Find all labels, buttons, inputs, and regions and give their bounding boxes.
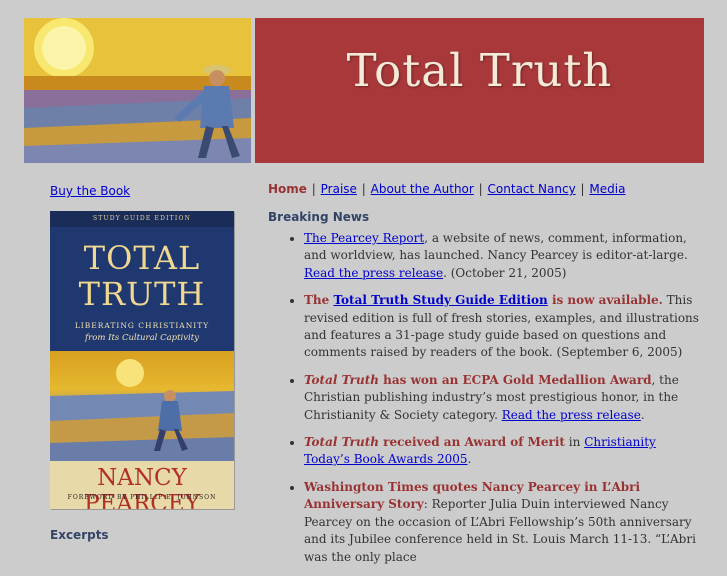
cover-title-line1: TOTAL	[83, 239, 201, 277]
book-title: Total Truth	[304, 372, 379, 387]
news-lead: The	[304, 293, 334, 308]
site-title: Total Truth	[346, 44, 613, 97]
cover-subtitle-line2: from Its Cultural Captivity	[85, 333, 199, 343]
cover-author-band: NANCY PEARCEY FOREWORD BY PHILLIP E. JOH…	[50, 461, 234, 509]
news-lead: has won an ECPA Gold Medallion Award	[378, 372, 652, 387]
nav-separator: |	[478, 182, 483, 196]
nav-home[interactable]: Home	[268, 182, 307, 196]
breaking-news-heading: Breaking News	[268, 210, 370, 224]
main-nav: Home | Praise | About the Author | Conta…	[268, 182, 625, 196]
news-tail: .	[640, 407, 645, 422]
buy-the-book-link[interactable]: Buy the Book	[50, 184, 130, 198]
cover-edition-label: STUDY GUIDE EDITION	[50, 211, 234, 227]
news-item-award-of-merit: Total Truth received an Award of Merit i…	[304, 434, 704, 469]
nav-separator: |	[361, 182, 366, 196]
cover-foreword: FOREWORD BY PHILLIP E. JOHNSON	[67, 494, 217, 501]
study-guide-link[interactable]: Total Truth Study Guide Edition	[333, 293, 547, 307]
nav-about-author[interactable]: About the Author	[371, 182, 474, 196]
news-item-pearcey-report: The Pearcey Report, a website of news, c…	[304, 230, 704, 282]
news-lead: received an Award of Merit	[378, 435, 565, 450]
left-column: Buy the Book	[50, 180, 240, 199]
pearcey-report-link[interactable]: The Pearcey Report	[304, 231, 424, 245]
nav-media[interactable]: Media	[589, 182, 625, 196]
cover-subtitle-line1: LIBERATING CHRISTIANITY	[74, 321, 210, 330]
cover-painting	[50, 351, 234, 461]
press-release-link[interactable]: Read the press release	[502, 408, 641, 422]
news-item-washington-times: Washington Times quotes Nancy Pearcey in…	[304, 479, 704, 566]
banner-title-box: Total Truth	[255, 18, 704, 163]
nav-separator: |	[580, 182, 585, 196]
news-item-study-guide: The Total Truth Study Guide Edition is n…	[304, 292, 704, 362]
book-title: Total Truth	[304, 435, 379, 450]
book-cover-image[interactable]: STUDY GUIDE EDITION TOTAL TRUTH LIBERATI…	[50, 211, 234, 509]
excerpts-heading: Excerpts	[50, 528, 109, 542]
cover-author-name: NANCY PEARCEY	[84, 465, 200, 509]
news-item-ecpa-award: Total Truth has won an ECPA Gold Medalli…	[304, 372, 704, 424]
cover-sower-image	[50, 359, 234, 461]
cover-title-line2: TRUTH	[78, 275, 206, 313]
news-tail: .	[467, 452, 472, 467]
sower-painting-image	[24, 18, 251, 163]
nav-separator: |	[311, 182, 316, 196]
news-date: . (October 21, 2005)	[443, 265, 567, 280]
news-text: in	[564, 435, 585, 450]
news-lead: is now available.	[547, 293, 663, 308]
news-list: The Pearcey Report, a website of news, c…	[268, 230, 704, 576]
nav-contact[interactable]: Contact Nancy	[488, 182, 576, 196]
nav-praise[interactable]: Praise	[321, 182, 357, 196]
press-release-link[interactable]: Read the press release	[304, 266, 443, 280]
banner-painting	[24, 18, 251, 163]
